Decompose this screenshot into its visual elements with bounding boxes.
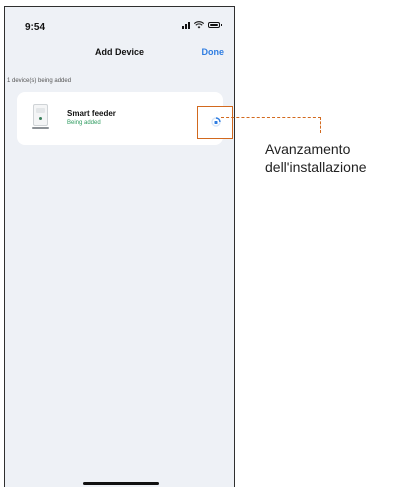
status-bar: 9:54: [5, 7, 234, 37]
battery-icon: [208, 22, 222, 28]
device-name: Smart feeder: [67, 109, 116, 118]
smart-feeder-image: [32, 104, 49, 131]
nav-bar: Add Device Done: [5, 43, 234, 65]
signal-icon: [182, 21, 190, 29]
device-card[interactable]: Smart feeder Being added: [17, 92, 233, 145]
callout-label-line1: Avanzamento: [265, 141, 351, 157]
status-time: 9:54: [25, 22, 46, 33]
wifi-icon: [194, 21, 204, 29]
callout-label-line2: dell'installazione: [265, 159, 367, 175]
page-title: Add Device: [94, 47, 145, 57]
callout-label: Avanzamento dell'installazione: [265, 140, 367, 176]
home-indicator: [83, 482, 159, 485]
installation-progress-highlight: [197, 106, 233, 139]
done-button[interactable]: Done: [202, 47, 225, 57]
callout-line-vertical: [320, 117, 321, 133]
callout-line: [221, 117, 321, 118]
devices-being-added-label: 1 device(s) being added: [7, 78, 72, 84]
status-icons: [182, 21, 222, 29]
device-status: Being added: [67, 120, 101, 126]
loading-spinner-icon: [211, 117, 221, 127]
phone-screen: 9:54 Add Device Done 1 device(s) being a…: [4, 6, 235, 487]
